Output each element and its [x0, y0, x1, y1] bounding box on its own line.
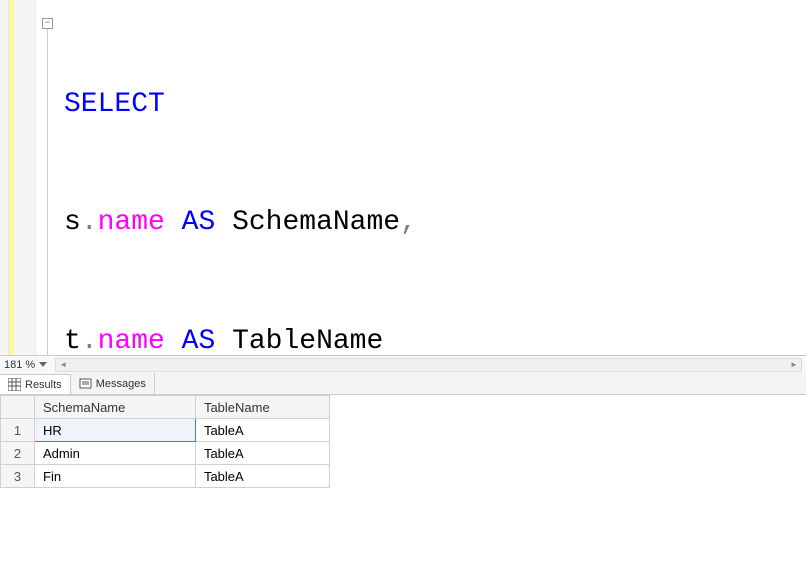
- row-number[interactable]: 2: [1, 442, 35, 465]
- selection-margin: [14, 0, 36, 355]
- tab-results[interactable]: Results: [0, 374, 71, 394]
- keyword-as: AS: [165, 203, 232, 242]
- cell-table[interactable]: TableA: [195, 419, 329, 442]
- results-grid: SchemaName TableName 1 HR TableA 2 Admin…: [0, 395, 806, 488]
- cell-schema[interactable]: HR: [35, 419, 196, 442]
- scroll-left-icon[interactable]: ◄: [56, 359, 70, 371]
- column-header-schema[interactable]: SchemaName: [35, 396, 196, 419]
- tab-results-label: Results: [25, 379, 62, 391]
- cell-schema[interactable]: Admin: [35, 442, 196, 465]
- outline-line: [47, 29, 48, 355]
- tab-messages-label: Messages: [96, 378, 146, 390]
- column-name: name: [98, 203, 165, 242]
- outline-margin: −: [36, 0, 60, 355]
- horizontal-scrollbar[interactable]: ◄ ►: [55, 358, 802, 372]
- results-tabs: Results Messages: [0, 373, 806, 395]
- column-header-table[interactable]: TableName: [195, 396, 329, 419]
- alias-t: t: [64, 322, 81, 355]
- row-number[interactable]: 3: [1, 465, 35, 488]
- zoom-percent: 181 %: [4, 359, 35, 371]
- dot: .: [81, 203, 98, 242]
- dot: .: [81, 322, 98, 355]
- zoom-dropdown-icon[interactable]: [39, 362, 47, 367]
- code-content[interactable]: SELECT s.name AS SchemaName, t.name AS T…: [60, 0, 806, 355]
- cell-table[interactable]: TableA: [195, 442, 329, 465]
- grid-icon: [8, 378, 21, 391]
- collapse-toggle[interactable]: −: [42, 18, 53, 29]
- grid-corner[interactable]: [1, 396, 35, 419]
- cell-schema[interactable]: Fin: [35, 465, 196, 488]
- keyword-as: AS: [165, 322, 232, 355]
- keyword-select: SELECT: [64, 85, 165, 124]
- alias-label: TableName: [232, 322, 383, 355]
- sql-editor: − SELECT s.name AS SchemaName, t.name AS…: [0, 0, 806, 355]
- column-name: name: [98, 322, 165, 355]
- cell-table[interactable]: TableA: [195, 465, 329, 488]
- zoom-bar: 181 % ◄ ►: [0, 355, 806, 373]
- tab-messages[interactable]: Messages: [71, 373, 155, 394]
- messages-icon: [79, 377, 92, 390]
- row-number[interactable]: 1: [1, 419, 35, 442]
- table-row: 1 HR TableA: [1, 419, 330, 442]
- alias-s: s: [64, 203, 81, 242]
- scroll-right-icon[interactable]: ►: [787, 359, 801, 371]
- editor-gutter: [0, 0, 9, 355]
- table-row: 3 Fin TableA: [1, 465, 330, 488]
- comma: ,: [400, 203, 417, 242]
- table-row: 2 Admin TableA: [1, 442, 330, 465]
- alias-label: SchemaName: [232, 203, 400, 242]
